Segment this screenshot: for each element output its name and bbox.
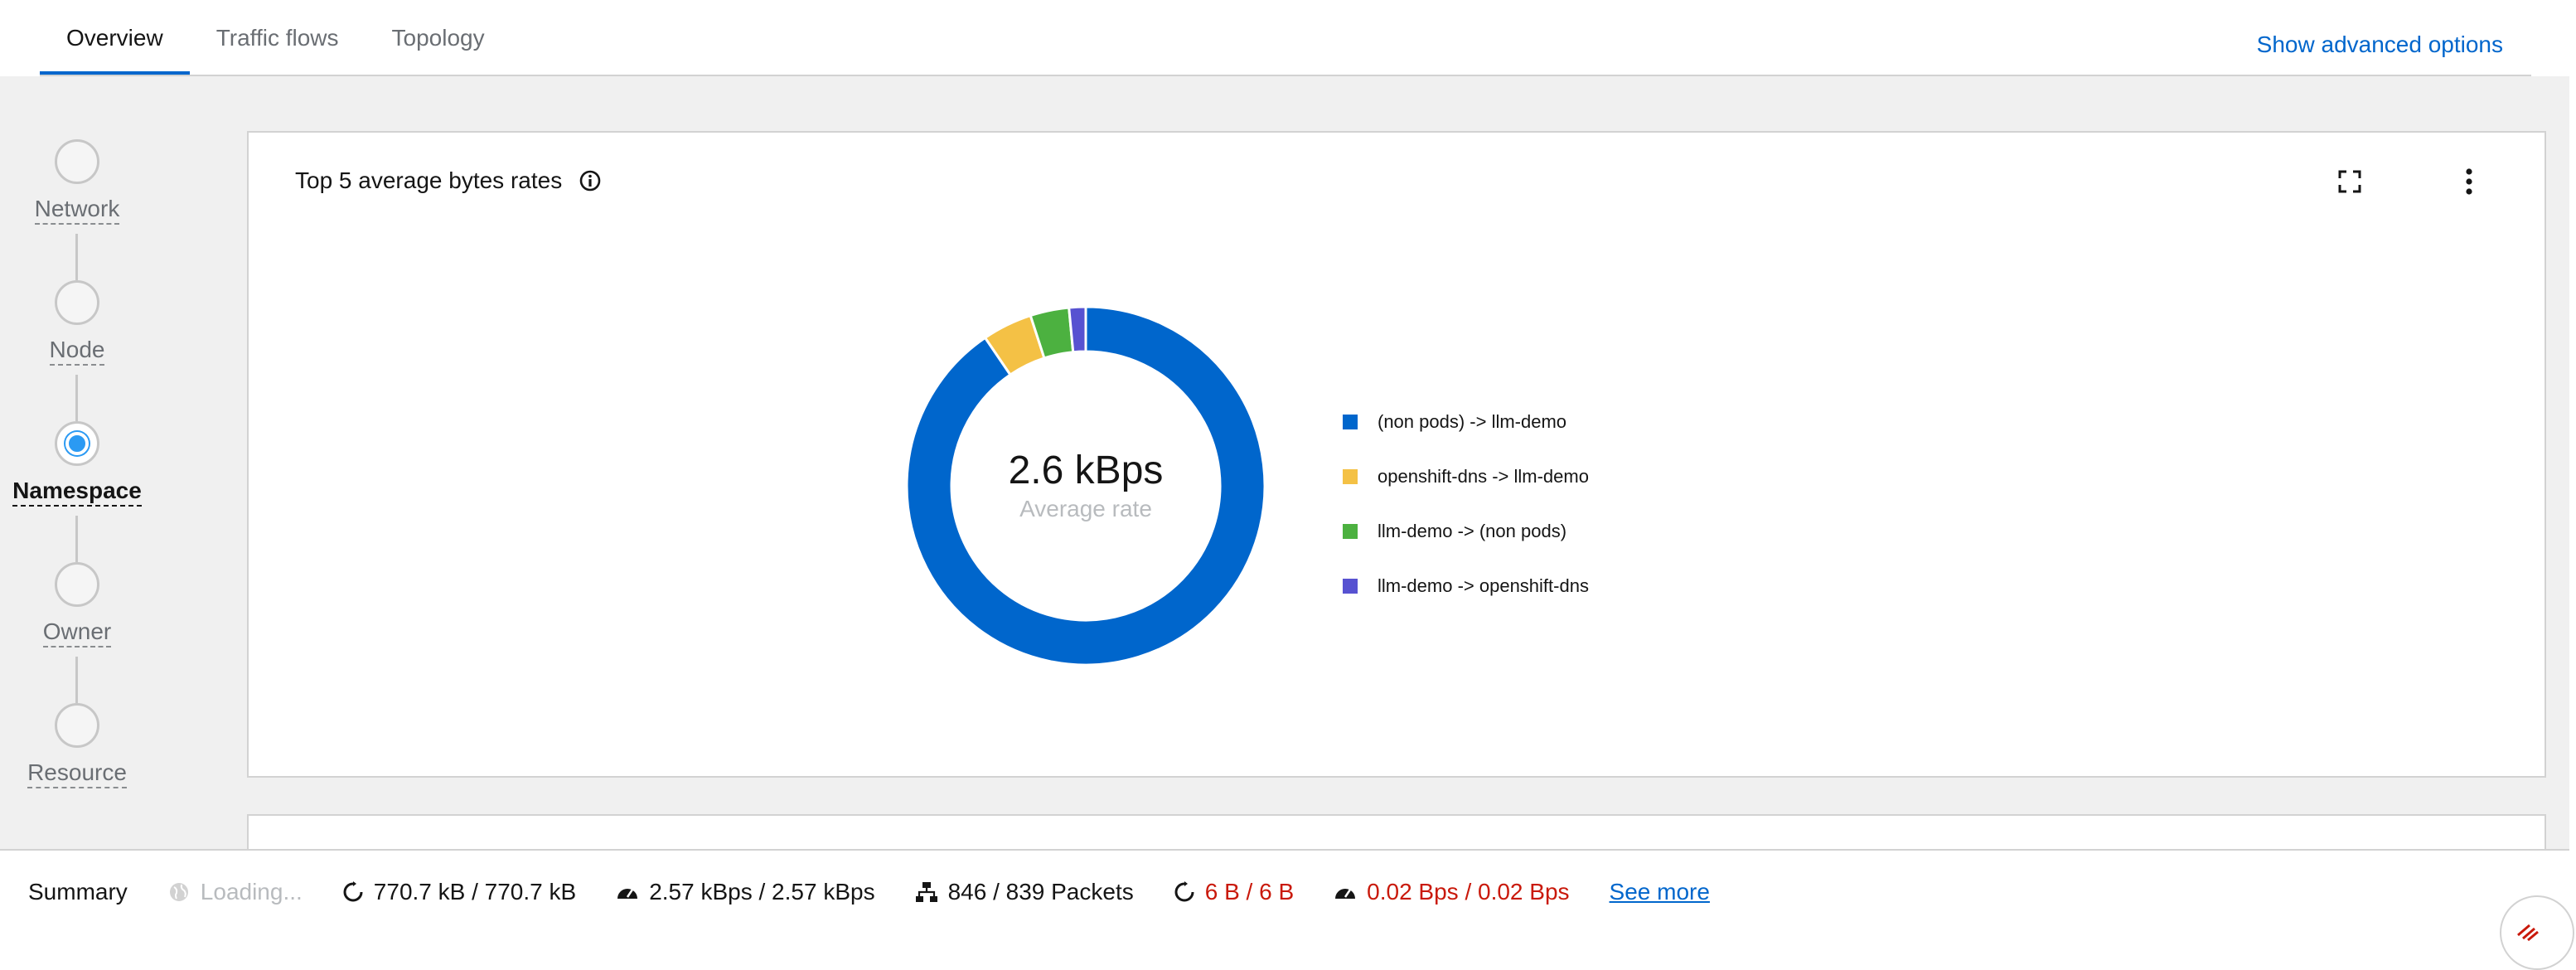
- tabs-header: Overview Traffic flows Topology Show adv…: [0, 0, 2576, 76]
- card-title: Top 5 average bytes rates: [295, 167, 602, 194]
- tab-topology[interactable]: Topology: [366, 0, 511, 76]
- tab-list: Overview Traffic flows Topology: [40, 0, 511, 76]
- donut-chart: 2.6 kBps Average rate: [903, 303, 1268, 668]
- summary-title: Summary: [28, 879, 128, 905]
- info-icon[interactable]: [579, 169, 602, 192]
- scope-stepper: Network Node Namespace Owner Resource: [0, 76, 154, 851]
- step-connector: [75, 375, 78, 421]
- legend-swatch: [1343, 469, 1358, 484]
- legend-label: llm-demo -> (non pods): [1378, 521, 1567, 541]
- activity-icon: [2517, 924, 2539, 942]
- scope-namespace-radio[interactable]: [55, 421, 99, 466]
- legend-label: openshift-dns -> llm-demo: [1378, 466, 1589, 487]
- summary-byte-rate: 2.57 kBps / 2.57 kBps: [616, 879, 875, 905]
- scope-network-radio[interactable]: [55, 139, 99, 184]
- tachometer-icon: [617, 889, 638, 899]
- legend-swatch: [1343, 524, 1358, 539]
- expand-icon[interactable]: [2337, 169, 2362, 194]
- tab-traffic-flows[interactable]: Traffic flows: [190, 0, 366, 76]
- loading-text: Loading...: [200, 879, 303, 905]
- floating-action-button[interactable]: [2500, 895, 2574, 970]
- legend-swatch: [1343, 415, 1358, 429]
- scrollbar-track[interactable]: [2569, 0, 2576, 934]
- step-connector: [75, 657, 78, 703]
- globe-icon: [169, 883, 188, 901]
- bytes-value: 770.7 kB / 770.7 kB: [373, 879, 577, 905]
- summary-packets: 846 / 839 Packets: [915, 879, 1134, 905]
- donut-center-value: 2.6 kBps: [1008, 449, 1164, 492]
- scope-network-label[interactable]: Network: [0, 196, 154, 225]
- packets-value: 846 / 839 Packets: [947, 879, 1134, 905]
- step-connector: [75, 516, 78, 562]
- step-connector: [75, 234, 78, 280]
- dropped-rate-value: 0.02 Bps / 0.02 Bps: [1367, 879, 1570, 905]
- donut-slice[interactable]: [1068, 305, 1087, 354]
- summary-loading: Loading...: [167, 879, 303, 905]
- summary-bytes: 770.7 kB / 770.7 kB: [342, 879, 576, 905]
- legend-label: (non pods) -> llm-demo: [1378, 411, 1567, 432]
- show-advanced-options-link[interactable]: Show advanced options: [2257, 32, 2503, 58]
- scope-node-label[interactable]: Node: [0, 337, 154, 366]
- card-title-text: Top 5 average bytes rates: [295, 167, 563, 193]
- top-bytes-rates-card: Top 5 average bytes rates 2.6 kBps Avera…: [247, 131, 2546, 778]
- dropped-bytes-value: 6 B / 6 B: [1204, 879, 1295, 905]
- legend-swatch: [1343, 579, 1358, 594]
- overview-panel: Network Node Namespace Owner Resource To…: [0, 76, 2569, 864]
- legend-item[interactable]: llm-demo -> (non pods): [1343, 504, 1589, 559]
- kebab-menu-icon[interactable]: [2457, 166, 2482, 197]
- donut-center-label: Average rate: [1019, 496, 1152, 521]
- summary-bar: Summary Loading... 770.7 kB / 770.7 kB 2…: [0, 849, 2569, 934]
- summary-dropped-rate: 0.02 Bps / 0.02 Bps: [1334, 879, 1570, 905]
- byte-rate-value: 2.57 kBps / 2.57 kBps: [649, 879, 875, 905]
- network-icon: [915, 882, 937, 902]
- scope-owner-radio[interactable]: [55, 562, 99, 607]
- scope-resource-radio[interactable]: [55, 703, 99, 748]
- legend-label: llm-demo -> openshift-dns: [1378, 575, 1589, 596]
- sync-icon: [1174, 881, 1194, 902]
- scope-node-radio[interactable]: [55, 280, 99, 325]
- scope-owner-label[interactable]: Owner: [0, 618, 154, 647]
- tab-overview[interactable]: Overview: [40, 0, 190, 76]
- scope-namespace-label[interactable]: Namespace: [0, 478, 154, 507]
- sync-icon: [343, 881, 363, 902]
- chart-legend: (non pods) -> llm-demo openshift-dns -> …: [1343, 395, 1589, 614]
- scope-resource-label[interactable]: Resource: [0, 759, 154, 788]
- legend-item[interactable]: llm-demo -> openshift-dns: [1343, 559, 1589, 614]
- summary-dropped-bytes: 6 B / 6 B: [1174, 879, 1294, 905]
- see-more-link[interactable]: See more: [1610, 879, 1710, 905]
- legend-item[interactable]: openshift-dns -> llm-demo: [1343, 449, 1589, 504]
- selected-dot: [65, 432, 89, 455]
- tachometer-icon: [1335, 889, 1356, 899]
- legend-item[interactable]: (non pods) -> llm-demo: [1343, 395, 1589, 449]
